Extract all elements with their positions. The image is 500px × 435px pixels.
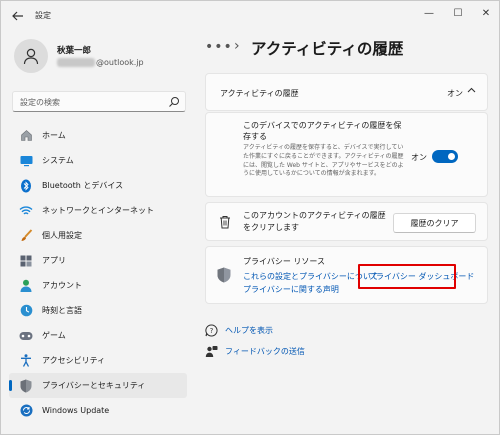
search-icon (169, 97, 179, 107)
clear-history-button[interactable]: 履歴のクリア (393, 213, 476, 233)
windows-update-icon (19, 404, 33, 418)
save-history-title: このデバイスでのアクティビティの履歴を保存する (243, 121, 402, 141)
user-name: 秋葉一郎 (57, 46, 92, 56)
clear-history-setting: このアカウントのアクティビティの履歴をクリアします 履歴のクリア (205, 202, 488, 241)
sidebar-item-bluetooth[interactable]: Bluetooth とデバイス (9, 173, 187, 198)
help-icon: ? (204, 323, 218, 337)
sidebar-item-privacy-security[interactable]: プライバシーとセキュリティ (9, 373, 187, 398)
avatar[interactable] (14, 39, 48, 73)
privacy-statement-link[interactable]: プライバシーに関する声明 (243, 284, 339, 295)
bluetooth-icon (19, 179, 33, 193)
sidebar-item-system[interactable]: システム (9, 148, 187, 173)
activity-history-state: オン (447, 89, 463, 98)
sidebar-item-gaming[interactable]: ゲーム (9, 323, 187, 348)
home-icon (19, 129, 33, 143)
sidebar-item-label: 個人用設定 (42, 231, 82, 240)
activity-history-label: アクティビティの履歴 (220, 89, 299, 98)
activity-history-header[interactable]: アクティビティの履歴 オン (205, 73, 488, 111)
sidebar-item-label: アプリ (42, 256, 66, 265)
shield-icon (217, 267, 231, 283)
sidebar-nav: ホーム システム Bluetooth とデバイス ネットワークとインターネット … (9, 123, 187, 423)
email-redaction (57, 58, 95, 67)
system-icon (19, 154, 33, 168)
feedback-row[interactable]: フィードバックの送信 (204, 344, 305, 358)
save-history-description: アクティビティの履歴を保存すると、デバイスで実行していた作業にすぐに戻ることがで… (243, 144, 404, 178)
save-history-setting: このデバイスでのアクティビティの履歴を保存する アクティビティの履歴を保存すると… (205, 112, 488, 197)
wifi-icon (19, 204, 33, 218)
toggle-knob (448, 153, 455, 160)
svg-text:?: ? (209, 327, 213, 335)
sidebar-item-accounts[interactable]: アカウント (9, 273, 187, 298)
privacy-settings-link[interactable]: これらの設定とプライバシーについて (243, 271, 379, 282)
trash-icon (220, 216, 230, 229)
chevron-up-icon[interactable] (467, 86, 476, 96)
toggle-state-label: オン (411, 153, 427, 162)
back-arrow-icon (12, 11, 23, 21)
sidebar-item-home[interactable]: ホーム (9, 123, 187, 148)
maximize-button[interactable]: ☐ (444, 3, 472, 23)
app-title: 設定 (35, 11, 51, 20)
page-title: アクティビティの履歴 (251, 40, 404, 58)
sidebar-item-label: プライバシーとセキュリティ (42, 381, 146, 390)
close-icon: ✕ (481, 7, 491, 19)
sidebar-item-windows-update[interactable]: Windows Update (9, 398, 187, 423)
sidebar-item-label: Windows Update (42, 406, 110, 415)
sidebar-item-time-language[interactable]: 時刻と言語 (9, 298, 187, 323)
sidebar-item-label: 時刻と言語 (42, 306, 82, 315)
minimize-button[interactable]: — (415, 3, 443, 23)
privacy-dashboard-link[interactable]: プライバシー ダッシュボード (368, 271, 474, 282)
sidebar-item-personalization[interactable]: 個人用設定 (9, 223, 187, 248)
gamepad-icon (19, 329, 33, 343)
maximize-icon: ☐ (453, 7, 463, 19)
clear-history-text: このアカウントのアクティビティの履歴をクリアします (243, 211, 386, 232)
sidebar-item-label: ホーム (42, 131, 66, 140)
back-button[interactable] (7, 6, 29, 26)
sidebar-item-apps[interactable]: アプリ (9, 248, 187, 273)
privacy-resources-title: プライバシー リソース (243, 257, 325, 266)
breadcrumb-more-button[interactable]: ••• (205, 39, 233, 55)
sidebar-item-label: ゲーム (42, 331, 66, 340)
user-icon (23, 48, 39, 65)
feedback-icon (204, 344, 218, 358)
search-input[interactable]: 設定の検索 (12, 91, 186, 112)
sidebar-item-label: ネットワークとインターネット (42, 206, 154, 215)
apps-icon (19, 254, 33, 268)
privacy-resources: プライバシー リソース これらの設定とプライバシーについて プライバシー ダッシ… (205, 246, 488, 304)
save-history-toggle[interactable] (432, 150, 458, 163)
settings-window: 設定 — ☐ ✕ 秋葉一郎 @outlook.jp 設定の検索 ホーム システム… (0, 0, 500, 435)
sidebar-item-label: アカウント (42, 281, 82, 290)
user-email: @outlook.jp (57, 57, 144, 68)
user-email-domain: @outlook.jp (96, 58, 144, 67)
sidebar-item-label: Bluetooth とデバイス (42, 181, 124, 190)
sidebar-item-label: アクセシビリティ (42, 356, 106, 365)
feedback-link[interactable]: フィードバックの送信 (225, 346, 305, 357)
breadcrumb-separator-icon: › (234, 38, 240, 54)
search-placeholder: 設定の検索 (20, 98, 60, 107)
accessibility-icon (19, 354, 33, 368)
time-language-icon (19, 304, 33, 318)
account-icon (19, 279, 33, 293)
help-row[interactable]: ? ヘルプを表示 (204, 323, 273, 337)
minimize-icon: — (424, 7, 434, 19)
sidebar-item-label: システム (42, 156, 74, 165)
shield-icon (19, 379, 33, 393)
help-link[interactable]: ヘルプを表示 (225, 325, 273, 336)
brush-icon (19, 229, 33, 243)
sidebar-item-accessibility[interactable]: アクセシビリティ (9, 348, 187, 373)
title-bar: 設定 — ☐ ✕ (1, 1, 499, 31)
sidebar-item-network[interactable]: ネットワークとインターネット (9, 198, 187, 223)
close-button[interactable]: ✕ (472, 3, 499, 23)
